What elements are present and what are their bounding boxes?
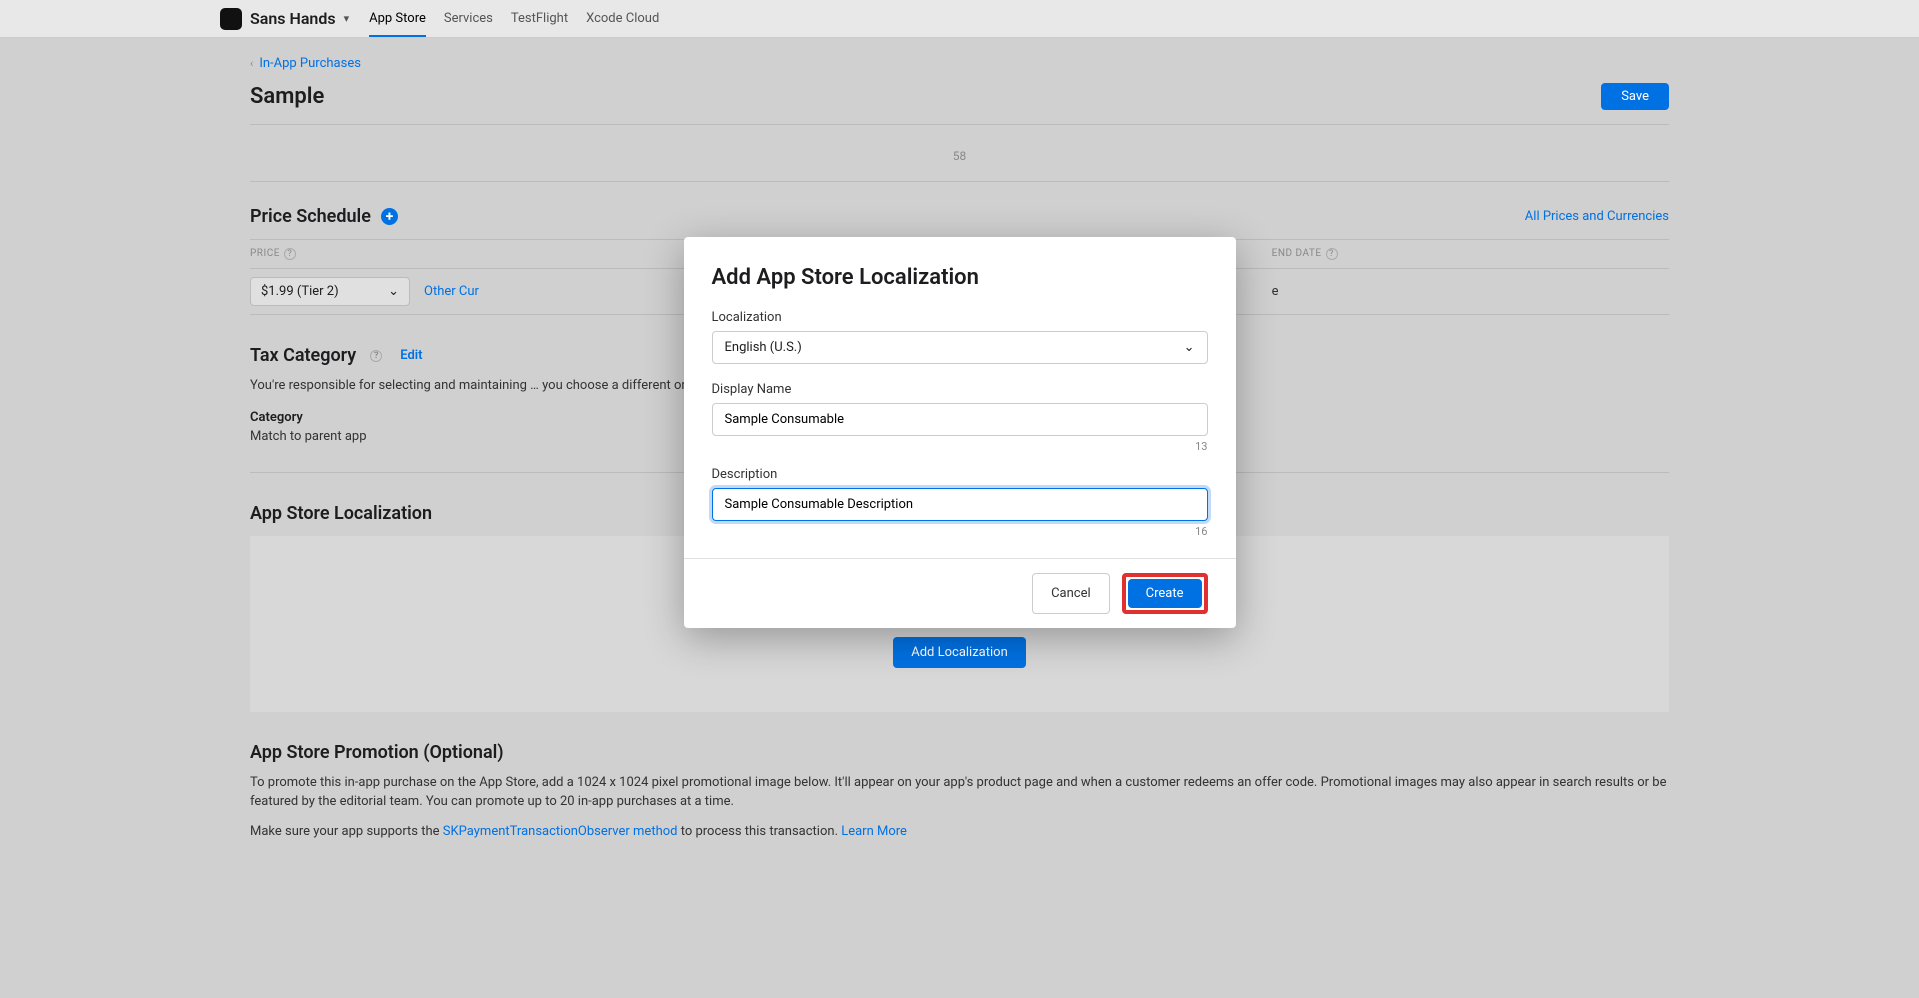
observer-method-link[interactable]: SKPaymentTransactionObserver method bbox=[443, 824, 678, 839]
promotion-desc-1: To promote this in-app purchase on the A… bbox=[250, 773, 1669, 812]
promotion-desc-2: Make sure your app supports the SKPaymen… bbox=[250, 822, 1669, 842]
tab-services[interactable]: Services bbox=[444, 1, 493, 37]
page-title: Sample bbox=[250, 84, 324, 109]
learn-more-link[interactable]: Learn More bbox=[841, 824, 907, 839]
other-currencies-link[interactable]: Other Cur bbox=[424, 284, 479, 299]
display-name-count: 13 bbox=[712, 440, 1208, 453]
tab-app-store[interactable]: App Store bbox=[369, 1, 426, 37]
nav-tabs: App Store Services TestFlight Xcode Clou… bbox=[369, 1, 659, 37]
price-schedule-title: Price Schedule + bbox=[250, 206, 398, 227]
help-icon[interactable]: ? bbox=[1326, 248, 1338, 260]
description-count: 16 bbox=[712, 525, 1208, 538]
chevron-down-icon: ▾ bbox=[344, 12, 350, 25]
modal-footer: Cancel Create bbox=[684, 558, 1236, 628]
chevron-down-icon: ⌄ bbox=[388, 284, 399, 299]
edit-tax-link[interactable]: Edit bbox=[400, 348, 422, 363]
char-count-row: 58 bbox=[250, 143, 1669, 182]
add-localization-modal: Add App Store Localization Localization … bbox=[684, 237, 1236, 628]
chevron-down-icon: ⌄ bbox=[1184, 340, 1195, 355]
top-nav: Sans Hands ▾ App Store Services TestFlig… bbox=[0, 0, 1919, 38]
app-icon bbox=[220, 8, 242, 30]
app-name: Sans Hands bbox=[250, 9, 336, 28]
save-button[interactable]: Save bbox=[1601, 83, 1669, 110]
localization-label: Localization bbox=[712, 310, 1208, 325]
app-selector[interactable]: Sans Hands ▾ bbox=[220, 8, 349, 30]
localization-select[interactable]: English (U.S.) ⌄ bbox=[712, 331, 1208, 364]
promotion-title: App Store Promotion (Optional) bbox=[250, 742, 1669, 763]
tab-testflight[interactable]: TestFlight bbox=[511, 1, 568, 37]
chevron-left-icon: ‹ bbox=[250, 57, 253, 70]
promotion-section: App Store Promotion (Optional) To promot… bbox=[250, 742, 1669, 842]
cancel-button[interactable]: Cancel bbox=[1032, 573, 1110, 614]
display-name-label: Display Name bbox=[712, 382, 1208, 397]
modal-title: Add App Store Localization bbox=[712, 265, 1208, 290]
all-prices-link[interactable]: All Prices and Currencies bbox=[1525, 209, 1669, 224]
display-name-input[interactable] bbox=[712, 403, 1208, 436]
add-localization-button[interactable]: Add Localization bbox=[893, 637, 1026, 668]
description-input[interactable] bbox=[712, 488, 1208, 521]
tab-xcode-cloud[interactable]: Xcode Cloud bbox=[586, 1, 659, 37]
col-end-date: END DATE? bbox=[1272, 248, 1669, 260]
price-schedule-header: Price Schedule + All Prices and Currenci… bbox=[250, 206, 1669, 227]
page-header: Sample Save bbox=[250, 83, 1669, 125]
create-button[interactable]: Create bbox=[1128, 579, 1202, 608]
description-label: Description bbox=[712, 467, 1208, 482]
end-date-cell: e bbox=[1272, 284, 1669, 299]
breadcrumb-label: In-App Purchases bbox=[259, 56, 361, 71]
help-icon[interactable]: ? bbox=[370, 350, 382, 362]
create-button-highlight: Create bbox=[1122, 573, 1208, 614]
help-icon[interactable]: ? bbox=[284, 248, 296, 260]
price-tier-select[interactable]: $1.99 (Tier 2) ⌄ bbox=[250, 277, 410, 306]
breadcrumb[interactable]: ‹ In-App Purchases bbox=[250, 56, 1669, 71]
add-price-icon[interactable]: + bbox=[381, 208, 398, 225]
